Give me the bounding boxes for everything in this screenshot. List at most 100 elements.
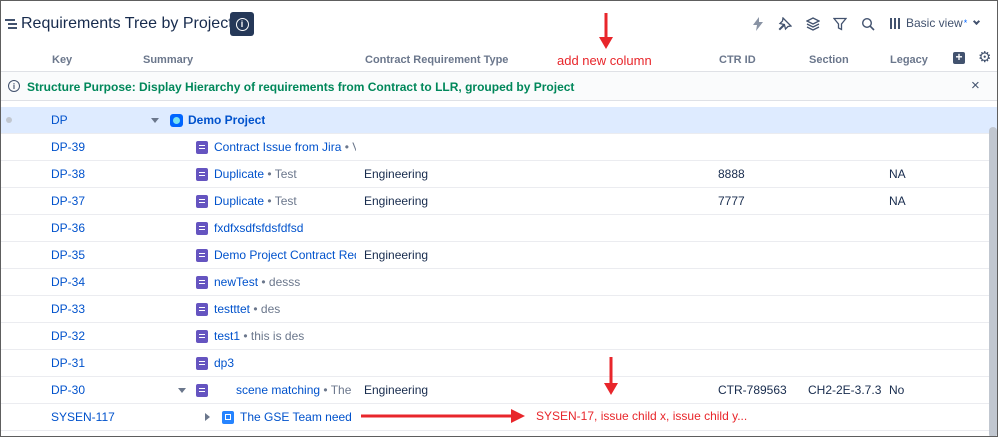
project-name-link[interactable]: Demo Project: [188, 107, 265, 133]
table-row[interactable]: DP-34 newTest • desss: [1, 269, 997, 296]
column-header-contract-requirement-type[interactable]: Contract Requirement Type: [365, 54, 508, 66]
row-summary: Contract Issue from Jira • V: [196, 134, 356, 160]
table-row[interactable]: DP-33 testttet • des: [1, 296, 997, 323]
row-key[interactable]: DP: [51, 107, 68, 133]
columns-icon: [890, 17, 900, 29]
requirement-icon: [196, 275, 208, 289]
gear-icon[interactable]: ⚙: [978, 50, 991, 65]
issue-title-link[interactable]: scene matching: [236, 377, 320, 403]
structure-rows: DP Demo Project DP-39 Contract Issue fro…: [1, 107, 997, 431]
row-key[interactable]: DP-38: [51, 161, 85, 187]
table-row[interactable]: DP-37 Duplicate • Test Engineering 7777 …: [1, 188, 997, 215]
row-summary: testttet • des: [196, 296, 356, 322]
row-key[interactable]: DP-37: [51, 188, 85, 214]
annotation-children: SYSEN-17, issue child x, issue child y..…: [536, 409, 748, 423]
row-summary: test1 • this is des: [196, 323, 356, 349]
row-key[interactable]: DP-36: [51, 215, 85, 241]
cell-legacy[interactable]: NA: [889, 161, 906, 187]
cell-contract-requirement-type[interactable]: Engineering: [364, 242, 428, 268]
issue-title-link[interactable]: Duplicate: [214, 161, 264, 187]
issue-description: • desss: [261, 275, 301, 289]
table-row[interactable]: DP-38 Duplicate • Test Engineering 8888 …: [1, 161, 997, 188]
issue-title-link[interactable]: fxdfxsdfsfdsfdfsd: [214, 215, 303, 241]
issue-title-link[interactable]: testttet: [214, 296, 250, 322]
table-row[interactable]: DP-36 fxdfxsdfsfdsfdfsd: [1, 215, 997, 242]
cell-ctr-id[interactable]: 8888: [718, 161, 745, 187]
cell-contract-requirement-type[interactable]: Engineering: [364, 161, 428, 187]
issue-title-link[interactable]: The GSE Team needs t: [240, 404, 352, 430]
automation-icon[interactable]: [750, 16, 766, 32]
cell-legacy[interactable]: NA: [889, 188, 906, 214]
view-selector[interactable]: Basic view *: [890, 16, 981, 30]
cell-contract-requirement-type[interactable]: Engineering: [364, 188, 428, 214]
row-summary: Demo Project: [170, 107, 265, 133]
expand-toggle[interactable]: [205, 404, 210, 430]
structure-title[interactable]: Requirements Tree by Project: [21, 15, 233, 33]
column-header-summary[interactable]: Summary: [143, 54, 193, 66]
row-summary: dp3: [196, 350, 356, 376]
chevron-down-icon: [973, 17, 981, 26]
issue-title-link[interactable]: Contract Issue from Jira: [214, 134, 341, 160]
project-icon: [170, 113, 183, 127]
issue-description: • The: [323, 383, 352, 397]
requirement-icon: [196, 356, 208, 370]
row-summary: Duplicate • Test: [196, 161, 356, 187]
requirement-icon: [196, 329, 208, 343]
cell-section[interactable]: CH2-2E-3.7.3: [808, 377, 882, 403]
search-icon[interactable]: [860, 16, 876, 32]
vertical-scrollbar[interactable]: [989, 127, 997, 436]
chevron-down-icon: [178, 387, 186, 393]
issue-title-link[interactable]: dp3: [214, 350, 234, 376]
filter-icon[interactable]: [832, 16, 848, 32]
row-key[interactable]: DP-39: [51, 134, 85, 160]
issue-title-link[interactable]: newTest: [214, 269, 258, 295]
row-key[interactable]: SYSEN-117: [51, 404, 115, 430]
row-handle-icon[interactable]: [6, 117, 12, 123]
requirement-icon: [196, 140, 208, 154]
issue-title-link[interactable]: Demo Project Contract Req: [214, 242, 356, 268]
close-icon[interactable]: ×: [971, 78, 980, 93]
column-header-key[interactable]: Key: [52, 54, 72, 66]
table-row[interactable]: DP-30 scene matching • The Engineering C…: [1, 377, 997, 404]
info-icon: i: [235, 17, 249, 31]
cell-ctr-id[interactable]: CTR-789563: [718, 377, 787, 403]
row-summary: scene matching • The: [196, 377, 356, 403]
structure-selector[interactable]: Requirements Tree by Project: [5, 15, 246, 33]
table-row[interactable]: DP-32 test1 • this is des: [1, 323, 997, 350]
layers-icon[interactable]: [805, 16, 821, 32]
structure-header: Requirements Tree by Project i Basic vie…: [1, 1, 997, 47]
issue-description: • Test: [267, 194, 297, 208]
expand-toggle[interactable]: [151, 107, 159, 133]
annotation-add-column: add new column: [557, 53, 652, 68]
cell-legacy[interactable]: No: [889, 377, 904, 403]
issue-title-link[interactable]: Duplicate: [214, 188, 264, 214]
table-row[interactable]: DP-39 Contract Issue from Jira • V: [1, 134, 997, 161]
banner-text: Structure Purpose: Display Hierarchy of …: [27, 80, 575, 94]
table-row[interactable]: DP-31 dp3: [1, 350, 997, 377]
chevron-down-icon: [151, 117, 159, 123]
requirement-icon: [196, 302, 208, 316]
row-summary: fxdfxsdfsfdsfdfsd: [196, 215, 356, 241]
cell-contract-requirement-type[interactable]: Engineering: [364, 377, 428, 403]
cell-ctr-id[interactable]: 7777: [718, 188, 745, 214]
requirement-icon: [196, 194, 208, 208]
column-header-ctr-id[interactable]: CTR ID: [719, 54, 756, 66]
row-summary: Duplicate • Test: [196, 188, 356, 214]
row-key[interactable]: DP-34: [51, 269, 85, 295]
row-key[interactable]: DP-32: [51, 323, 85, 349]
table-row[interactable]: DP Demo Project: [1, 107, 997, 134]
issue-title-link[interactable]: test1: [214, 323, 240, 349]
pin-icon[interactable]: [777, 16, 793, 32]
row-key[interactable]: DP-33: [51, 296, 85, 322]
table-row[interactable]: DP-35 Demo Project Contract Req Engineer…: [1, 242, 997, 269]
info-button[interactable]: i: [230, 12, 254, 36]
row-key[interactable]: DP-30: [51, 377, 85, 403]
requirement-icon: [196, 383, 208, 397]
row-key[interactable]: DP-35: [51, 242, 85, 268]
column-header-legacy[interactable]: Legacy: [890, 54, 928, 66]
add-column-button[interactable]: +: [953, 51, 965, 64]
column-header-section[interactable]: Section: [809, 54, 849, 66]
issue-description: • V: [344, 140, 356, 154]
expand-toggle[interactable]: [178, 377, 186, 403]
row-key[interactable]: DP-31: [51, 350, 85, 376]
